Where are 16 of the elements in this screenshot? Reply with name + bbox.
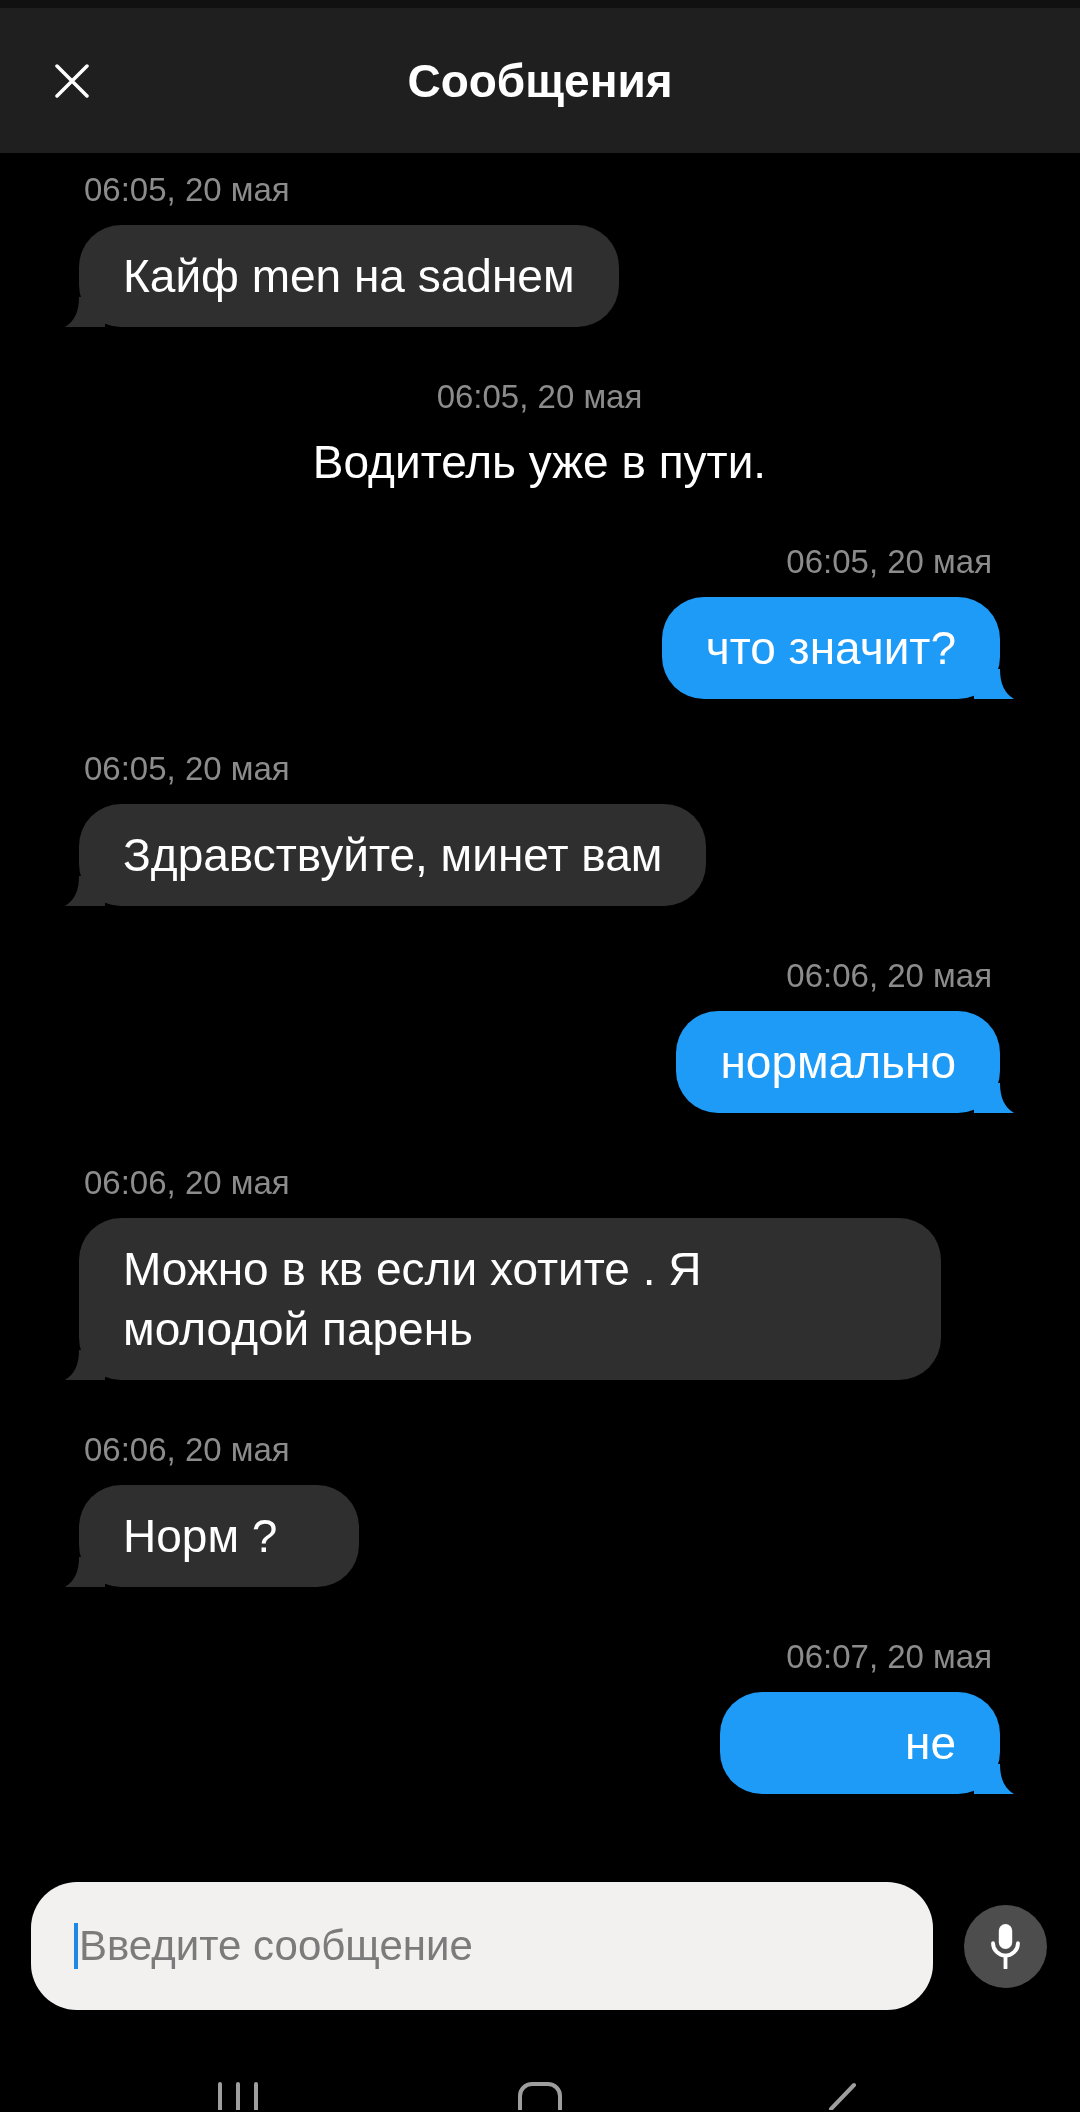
message-timestamp: 06:06, 20 мая	[786, 956, 992, 996]
message-timestamp: 06:06, 20 мая	[84, 1430, 290, 1470]
message-input[interactable]: Введите сообщение	[31, 1882, 933, 2010]
message-timestamp: 06:05, 20 мая	[84, 170, 290, 210]
microphone-icon	[990, 1923, 1021, 1969]
home-icon[interactable]	[518, 2082, 562, 2110]
back-icon[interactable]	[827, 2082, 857, 2110]
message-timestamp: 06:06, 20 мая	[84, 1163, 290, 1203]
message-timestamp: 06:07, 20 мая	[786, 1637, 992, 1677]
message-timestamp: 06:05, 20 мая	[436, 377, 643, 417]
message-timestamp: 06:05, 20 мая	[786, 542, 992, 582]
system-message: Водитель уже в пути.	[312, 435, 767, 490]
close-icon	[55, 63, 89, 98]
recent-apps-icon[interactable]	[217, 2082, 259, 2110]
screen-title: Сообщения	[407, 53, 673, 109]
message-timestamp: 06:05, 20 мая	[84, 749, 290, 789]
